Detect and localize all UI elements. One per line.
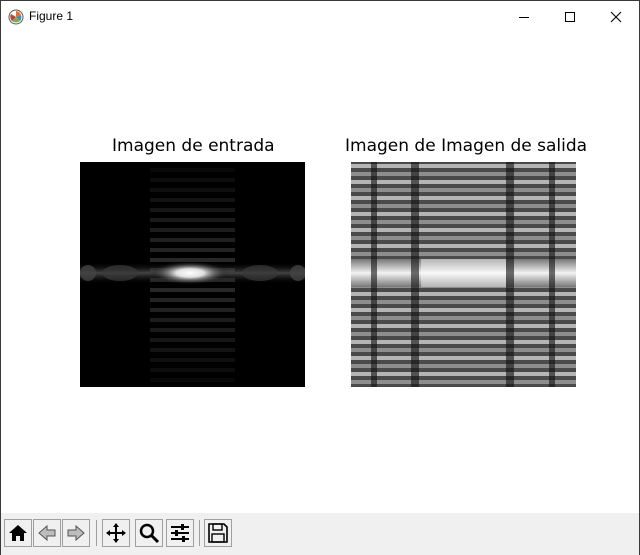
figure-window: Figure 1 Imagen de entrada Imagen de Ima… xyxy=(0,0,640,555)
pan-icon xyxy=(106,523,126,543)
save-button[interactable] xyxy=(204,519,232,547)
back-button[interactable] xyxy=(33,519,61,547)
back-arrow-icon xyxy=(38,524,56,542)
navigation-toolbar xyxy=(1,513,639,555)
maximize-icon xyxy=(565,11,575,22)
home-button[interactable] xyxy=(4,519,32,547)
output-image xyxy=(351,162,576,387)
figure-canvas[interactable]: Imagen de entrada Imagen de Imagen de sa… xyxy=(1,32,639,512)
input-image xyxy=(80,162,305,387)
maximize-button[interactable] xyxy=(547,1,593,32)
minimize-button[interactable] xyxy=(501,1,547,32)
home-icon xyxy=(9,525,27,541)
axes-1-title: Imagen de entrada xyxy=(112,136,275,156)
title-bar[interactable]: Figure 1 xyxy=(1,1,639,32)
minimize-icon xyxy=(519,16,529,18)
toolbar-separator xyxy=(96,520,97,546)
save-icon xyxy=(208,523,228,543)
configure-subplots-button[interactable] xyxy=(166,519,194,547)
pan-button[interactable] xyxy=(102,519,130,547)
forward-arrow-icon xyxy=(67,524,85,542)
zoom-button[interactable] xyxy=(135,519,163,547)
close-icon xyxy=(610,11,622,22)
matplotlib-icon xyxy=(8,9,24,25)
configure-subplots-icon xyxy=(171,524,189,542)
toolbar-separator xyxy=(199,520,200,546)
forward-button[interactable] xyxy=(62,519,90,547)
close-button[interactable] xyxy=(593,1,639,32)
axes-2-title: Imagen de Imagen de salida xyxy=(345,136,588,156)
window-title: Figure 1 xyxy=(29,9,74,23)
zoom-icon xyxy=(139,523,160,544)
